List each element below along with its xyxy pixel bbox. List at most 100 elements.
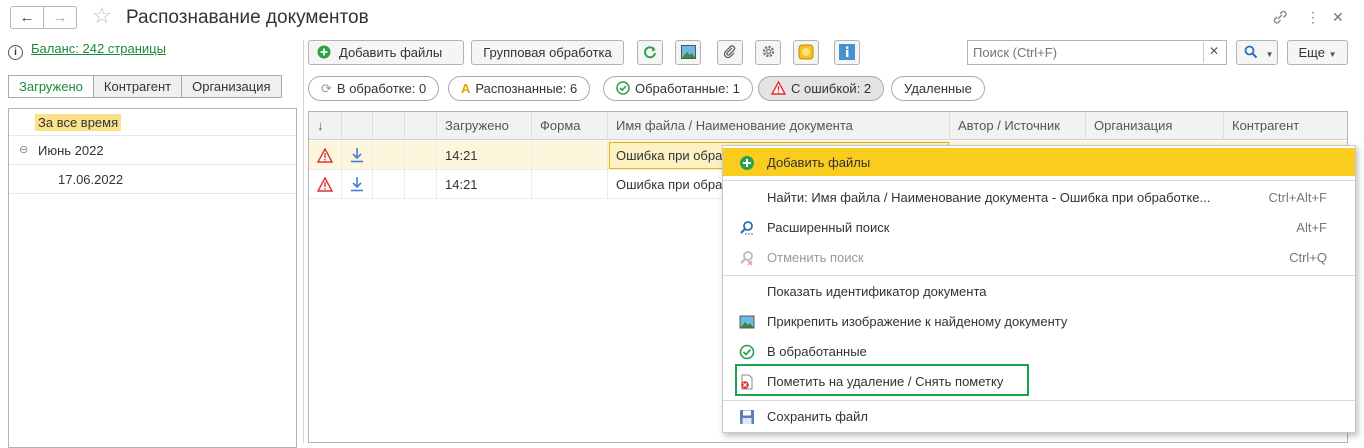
- balance-link[interactable]: Баланс: 242 страницы: [31, 41, 166, 56]
- paperclip-icon: [723, 45, 736, 59]
- save-disk-icon: [740, 410, 754, 424]
- dropdown-arrow-icon: ▼: [1328, 50, 1337, 59]
- refresh-button[interactable]: [637, 40, 663, 65]
- info-icon: [839, 44, 855, 60]
- collapse-icon[interactable]: ⊖: [19, 143, 28, 156]
- download-icon: [351, 148, 363, 163]
- warning-icon: [316, 176, 334, 192]
- plus-circle-icon: [740, 156, 754, 170]
- close-icon[interactable]: ✕: [1332, 9, 1344, 26]
- download-icon: [351, 177, 363, 192]
- tab-organization[interactable]: Организация: [182, 75, 282, 98]
- blank-cell: [405, 170, 437, 199]
- page-title: Распознавание документов: [126, 7, 369, 28]
- notes-button[interactable]: [793, 40, 819, 65]
- focus-highlight: [735, 364, 1029, 396]
- more-vertical-icon[interactable]: ⋮: [1306, 9, 1320, 26]
- column-header-form[interactable]: Форма: [532, 112, 608, 140]
- divider: [1203, 42, 1204, 63]
- menu-item-attach-image[interactable]: Прикрепить изображение к найденому докум…: [723, 307, 1355, 335]
- filter-recognized[interactable]: A Распознанные: 6: [448, 76, 591, 101]
- menu-item-label: Показать идентификатор документа: [767, 284, 987, 299]
- filter-deleted[interactable]: Удаленные: [891, 76, 985, 101]
- back-button[interactable]: ←: [10, 6, 44, 29]
- status-cell: [309, 141, 342, 170]
- filter-in-processing[interactable]: ⟳ В обработке: 0: [308, 76, 440, 101]
- panel-splitter[interactable]: [303, 40, 304, 443]
- tree-label-month: Июнь 2022: [38, 143, 104, 158]
- warning-icon: [316, 147, 334, 163]
- tree-row-date[interactable]: 17.06.2022: [9, 166, 296, 194]
- clear-search-icon[interactable]: ✕: [1209, 44, 1219, 58]
- menu-item-save-file[interactable]: Сохранить файл: [723, 402, 1355, 430]
- left-tabs: Загружено Контрагент Организация: [8, 75, 282, 98]
- download-cell: [342, 170, 373, 199]
- menu-item-advanced-search[interactable]: Расширенный поиск Alt+F: [723, 213, 1355, 241]
- search-options-button[interactable]: ▼: [1236, 40, 1278, 65]
- column-header-author[interactable]: Автор / Источник: [950, 112, 1086, 140]
- search-box: ✕: [967, 40, 1227, 65]
- search-input[interactable]: [968, 41, 1204, 64]
- column-header-organization[interactable]: Организация: [1086, 112, 1224, 140]
- link-icon[interactable]: [1272, 9, 1288, 28]
- info-button[interactable]: [834, 40, 860, 65]
- column-header-blank: [342, 112, 373, 140]
- context-menu: Добавить файлы Найти: Имя файла / Наимен…: [722, 145, 1356, 433]
- add-files-label: Добавить файлы: [339, 45, 443, 60]
- warning-icon: [770, 80, 787, 95]
- column-header-filename[interactable]: Имя файла / Наименование документа: [608, 112, 950, 140]
- filter-with-error[interactable]: С ошибкой: 2: [758, 76, 885, 101]
- column-header-uploaded[interactable]: Загружено: [437, 112, 532, 140]
- image-button[interactable]: [675, 40, 701, 65]
- menu-item-add-files[interactable]: Добавить файлы: [723, 148, 1355, 176]
- add-files-button[interactable]: Добавить файлы: [308, 40, 464, 65]
- check-circle-icon: [739, 344, 755, 360]
- tree-row-month[interactable]: ⊖ Июнь 2022: [9, 137, 296, 165]
- refresh-icon: [644, 46, 656, 59]
- image-icon: [739, 315, 755, 329]
- sticky-note-icon: [798, 44, 814, 60]
- group-processing-button[interactable]: Групповая обработка: [471, 40, 624, 65]
- menu-item-find[interactable]: Найти: Имя файла / Наименование документ…: [723, 183, 1355, 211]
- menu-separator: [723, 275, 1355, 276]
- check-circle-icon: [616, 81, 630, 95]
- forward-button[interactable]: →: [43, 6, 77, 29]
- menu-item-label: Добавить файлы: [767, 155, 871, 170]
- attach-button[interactable]: [717, 40, 743, 65]
- title-bar: ← → ☆ Распознавание документов ⋮ ✕: [0, 0, 1364, 36]
- menu-item-shortcut: Alt+F: [1296, 220, 1327, 235]
- menu-item-shortcut: Ctrl+Q: [1289, 250, 1327, 265]
- filter-processed[interactable]: Обработанные: 1: [603, 76, 753, 101]
- menu-separator: [723, 180, 1355, 181]
- column-header-counterparty[interactable]: Контрагент: [1224, 112, 1347, 140]
- more-button[interactable]: Еще ▼: [1287, 40, 1348, 65]
- menu-item-label: Прикрепить изображение к найденому докум…: [767, 314, 1068, 329]
- favorite-star-icon[interactable]: ☆: [92, 4, 112, 28]
- download-cell: [342, 141, 373, 170]
- plus-circle-icon: [317, 45, 331, 59]
- table-header: ↓ Загружено Форма Имя файла / Наименован…: [309, 112, 1347, 140]
- tree-row-all-time[interactable]: За все время: [9, 108, 296, 136]
- tree-label-all-time: За все время: [35, 114, 122, 131]
- column-header-sort[interactable]: ↓: [309, 112, 342, 140]
- column-header-blank: [373, 112, 405, 140]
- tab-counterparty[interactable]: Контрагент: [93, 75, 183, 98]
- cancel-search-icon: [740, 251, 753, 266]
- filter-label: Распознанные: 6: [475, 81, 578, 96]
- menu-item-label: В обработанные: [767, 344, 867, 359]
- form-cell: [532, 141, 608, 170]
- menu-item-cancel-search[interactable]: Отменить поиск Ctrl+Q: [723, 243, 1355, 271]
- filter-label: С ошибкой: 2: [791, 81, 872, 96]
- menu-item-label: Отменить поиск: [767, 250, 864, 265]
- menu-item-mark-processed[interactable]: В обработанные: [723, 337, 1355, 365]
- more-label: Еще: [1298, 45, 1325, 60]
- recognize-icon: A: [461, 81, 471, 96]
- advanced-search-icon: [740, 221, 753, 235]
- settings-button[interactable]: [755, 40, 781, 65]
- arrow-left-icon: ←: [19, 9, 35, 26]
- tab-uploaded[interactable]: Загружено: [8, 75, 94, 98]
- blank-cell: [373, 141, 405, 170]
- menu-item-show-id[interactable]: Показать идентификатор документа: [723, 277, 1355, 305]
- blank-cell: [373, 170, 405, 199]
- info-icon: i: [8, 45, 23, 60]
